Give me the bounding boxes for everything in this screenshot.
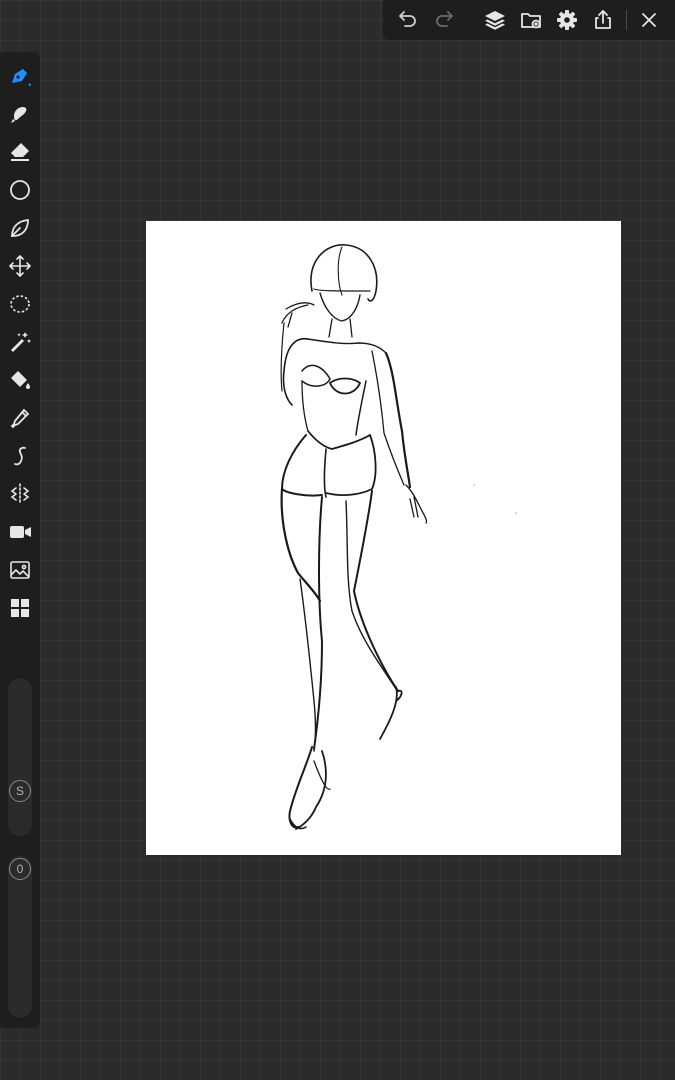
eyedropper-icon[interactable] [6, 404, 34, 432]
lasso-select-icon[interactable] [6, 290, 34, 318]
redo-icon[interactable] [431, 6, 459, 34]
image-icon[interactable] [6, 556, 34, 584]
symmetry-icon[interactable] [6, 480, 34, 508]
brush-icon[interactable] [6, 62, 34, 90]
stroke-icon[interactable] [6, 442, 34, 470]
toolbar-divider [626, 10, 627, 30]
export-icon[interactable] [589, 6, 617, 34]
opacity-slider[interactable]: 0 [8, 856, 32, 1018]
tool-sidebar: S 0 [0, 52, 40, 1028]
grid-icon[interactable] [6, 594, 34, 622]
opacity-knob[interactable]: 0 [9, 858, 31, 880]
top-toolbar [383, 0, 675, 40]
paint-bucket-icon[interactable] [6, 366, 34, 394]
smudge-icon[interactable] [6, 100, 34, 128]
video-icon[interactable] [6, 518, 34, 546]
settings-icon[interactable] [553, 6, 581, 34]
magic-wand-icon[interactable] [6, 328, 34, 356]
undo-icon[interactable] [393, 6, 421, 34]
fill-lasso-icon[interactable] [6, 214, 34, 242]
drawing-canvas[interactable] [146, 221, 621, 855]
transform-icon[interactable] [6, 252, 34, 280]
brush-size-knob[interactable]: S [9, 780, 31, 802]
eraser-icon[interactable] [6, 138, 34, 166]
gallery-icon[interactable] [517, 6, 545, 34]
shape-icon[interactable] [6, 176, 34, 204]
close-icon[interactable] [635, 6, 663, 34]
figure-sketch [280, 244, 517, 830]
brush-size-slider[interactable]: S [8, 678, 32, 836]
layers-icon[interactable] [481, 6, 509, 34]
